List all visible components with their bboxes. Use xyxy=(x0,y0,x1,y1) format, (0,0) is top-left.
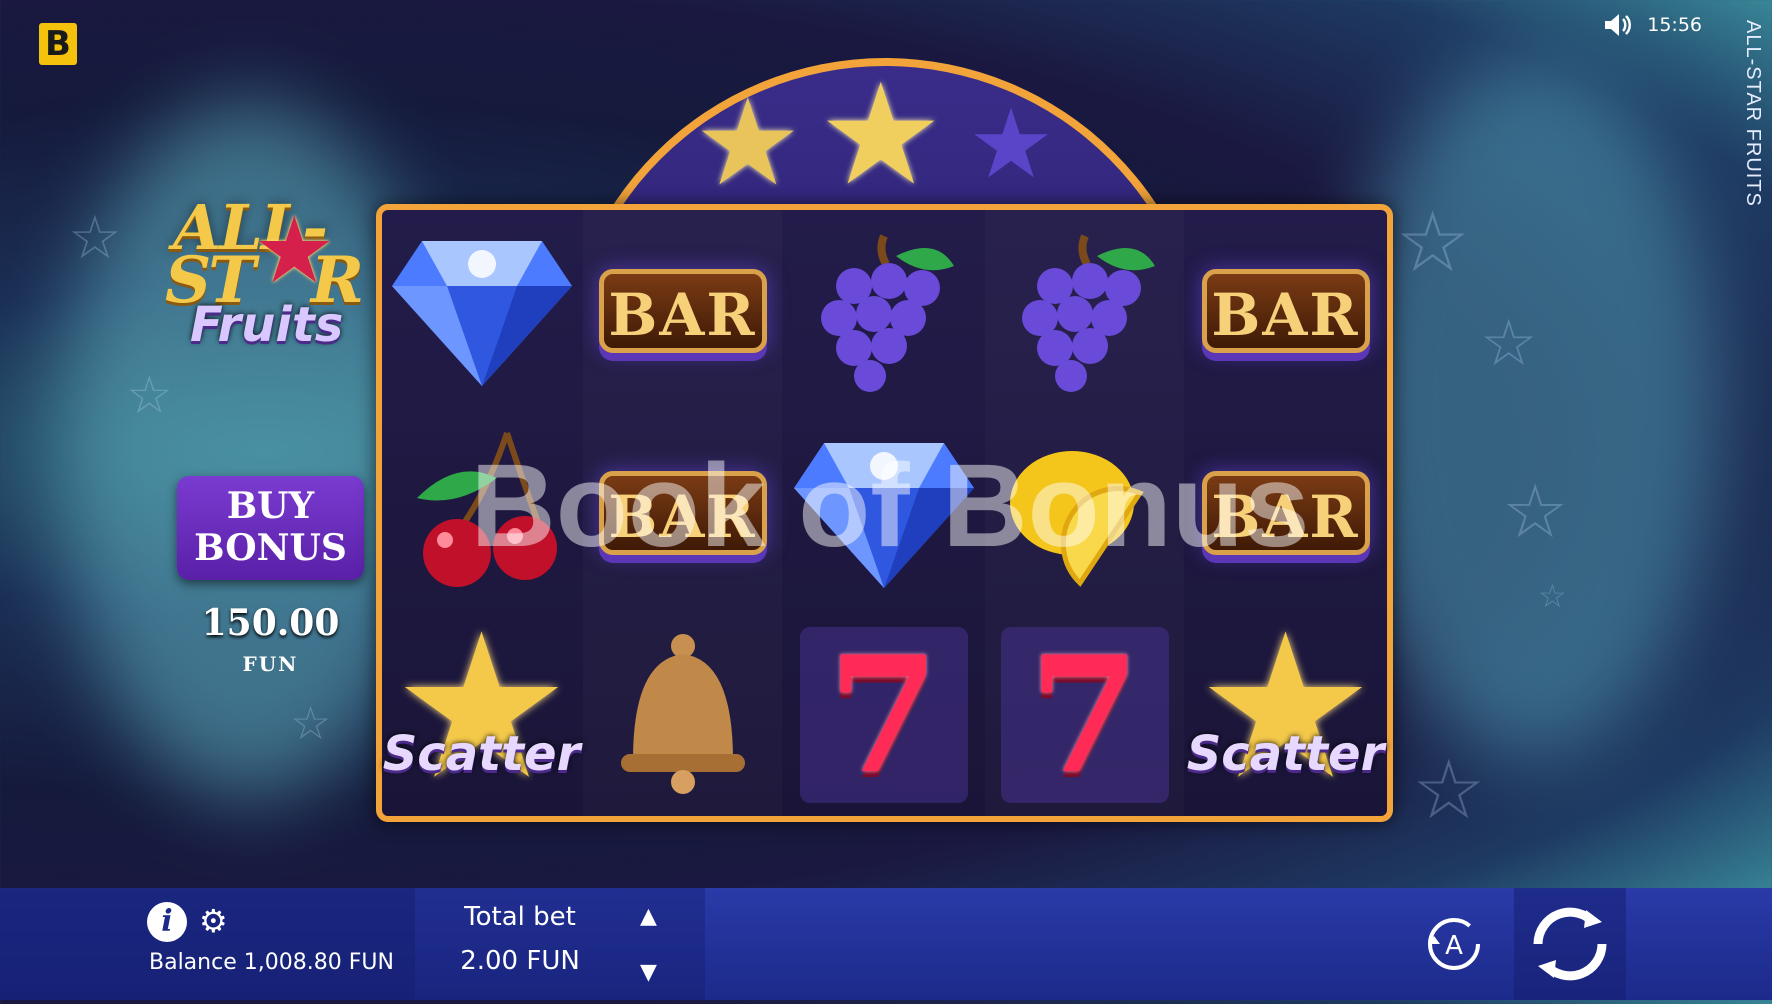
lemon-icon xyxy=(1009,451,1144,587)
svg-text:A: A xyxy=(1445,931,1463,961)
reel-grid: ★ Scatter BAR BAR 7 7 BAR BAR ★ Scatter xyxy=(376,204,1393,822)
bet-up-icon[interactable]: ▲ xyxy=(640,906,657,928)
diamond-icon xyxy=(793,443,974,588)
reel-2: BAR BAR xyxy=(583,210,782,816)
seven-symbol-label: 7 xyxy=(1000,621,1169,809)
bar-symbol: BAR xyxy=(1186,210,1385,412)
meter-star-icon: ★ xyxy=(694,74,802,213)
grapes-symbol xyxy=(985,210,1184,412)
total-bet-label: Total bet xyxy=(464,902,576,932)
seven-symbol: 7 xyxy=(985,614,1184,816)
spin-button[interactable] xyxy=(1514,888,1626,1000)
cherry-icon xyxy=(416,432,557,587)
decor-star-icon: ☆ xyxy=(290,696,332,750)
buy-bonus-button[interactable]: BUY BONUS xyxy=(177,476,364,580)
lemon-symbol xyxy=(985,412,1184,614)
game-title-vertical: ALL-STAR FRUITS xyxy=(1742,20,1764,207)
meter-star-icon: ★ xyxy=(968,88,1055,200)
bar-symbol: BAR xyxy=(583,210,782,412)
decor-star-icon: ☆ xyxy=(1395,193,1471,291)
seven-symbol: 7 xyxy=(784,614,983,816)
reel-1: ★ Scatter xyxy=(382,210,581,816)
grapes-icon xyxy=(1021,234,1155,392)
bar-symbol-label: BAR xyxy=(1201,269,1370,353)
decor-star-icon: ☆ xyxy=(1502,469,1569,555)
autoplay-button[interactable]: A xyxy=(1424,914,1484,974)
bar-symbol: BAR xyxy=(1186,412,1385,614)
logo-line3: Fruits xyxy=(190,297,344,353)
diamond-symbol xyxy=(382,210,581,412)
cherry-symbol xyxy=(382,412,581,614)
seven-symbol-label: 7 xyxy=(799,621,968,809)
bar-symbol-label: BAR xyxy=(1201,471,1370,555)
reel-4: 7 xyxy=(985,210,1184,816)
bar-symbol: BAR xyxy=(583,412,782,614)
balance-text: Balance 1,008.80 FUN xyxy=(149,950,394,975)
grapes-symbol xyxy=(784,210,983,412)
brand-logo: B xyxy=(39,23,77,65)
meter-star-icon: ★ xyxy=(818,54,944,217)
reel-5: BAR BAR ★ Scatter xyxy=(1186,210,1385,816)
diamond-icon xyxy=(391,241,572,386)
clock-time: 15:56 xyxy=(1647,14,1702,36)
bar-symbol-label: BAR xyxy=(598,471,767,555)
bonus-price: 150.00 xyxy=(201,602,340,644)
bell-icon xyxy=(620,634,745,794)
bonus-currency: FUN xyxy=(242,652,299,676)
background-glow-right xyxy=(1340,60,1720,760)
decor-star-icon: ☆ xyxy=(126,366,173,426)
gear-icon[interactable]: ⚙ xyxy=(199,905,228,937)
spin-icon xyxy=(1533,907,1607,981)
grapes-icon xyxy=(820,234,954,392)
reel-3: 7 xyxy=(784,210,983,816)
status-area: 15:56 xyxy=(1603,12,1702,38)
bottom-bar: i ⚙ Balance 1,008.80 FUN Total bet 2.00 … xyxy=(0,888,1772,1000)
bar-symbol-label: BAR xyxy=(598,269,767,353)
diamond-symbol xyxy=(784,412,983,614)
scatter-label: Scatter xyxy=(1186,726,1385,782)
decor-star-icon: ☆ xyxy=(1412,743,1486,838)
game-logo: ALL- ★ ST R Fruits xyxy=(165,185,385,355)
decor-star-icon: ☆ xyxy=(1538,577,1567,615)
scatter-label: Scatter xyxy=(382,726,581,782)
bet-down-icon[interactable]: ▼ xyxy=(640,962,657,984)
bell-symbol xyxy=(583,614,782,816)
decor-star-icon: ☆ xyxy=(68,203,122,273)
total-bet-value: 2.00 FUN xyxy=(460,946,580,976)
scatter-symbol: ★ Scatter xyxy=(1186,608,1385,816)
info-icon[interactable]: i xyxy=(147,902,187,942)
decor-star-icon: ☆ xyxy=(1480,307,1538,381)
scatter-symbol: ★ Scatter xyxy=(382,608,581,816)
speaker-icon[interactable] xyxy=(1603,12,1633,38)
